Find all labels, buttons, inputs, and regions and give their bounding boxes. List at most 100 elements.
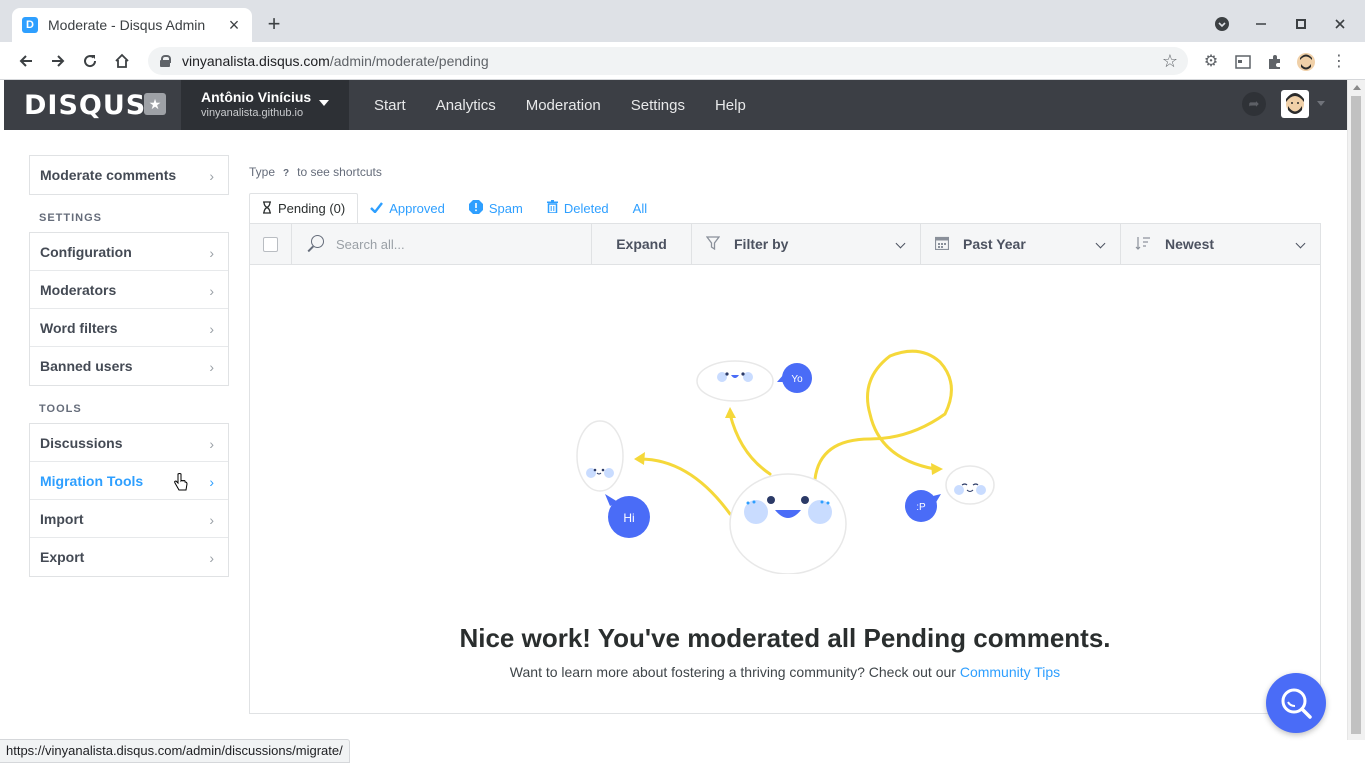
disqus-favicon-icon: D — [22, 17, 38, 33]
admin-nav: Start Analytics Moderation Settings Help — [374, 80, 776, 130]
moderate-box: Moderate comments › — [29, 155, 229, 195]
avatar-caret-icon[interactable] — [1317, 101, 1325, 106]
chevron-down-icon — [1295, 238, 1306, 249]
url-host: vinyanalista.disqus.com — [182, 53, 330, 69]
tab-deleted[interactable]: Deleted — [535, 193, 621, 223]
user-avatar[interactable] — [1281, 90, 1309, 118]
address-bar[interactable]: vinyanalista.disqus.com/admin/moderate/p… — [148, 47, 1188, 75]
nav-analytics[interactable]: Analytics — [436, 97, 496, 114]
tab-approved[interactable]: Approved — [358, 193, 457, 223]
sidebar-item-label: Moderators — [40, 281, 117, 298]
window-extension-icon[interactable] — [1234, 53, 1252, 71]
home-icon[interactable] — [110, 50, 134, 72]
browser-tab[interactable]: D Moderate - Disqus Admin × — [12, 8, 252, 42]
browser-menu-icon[interactable]: ⋮ — [1330, 53, 1348, 71]
alert-icon — [468, 199, 483, 217]
tab-spam[interactable]: Spam — [457, 193, 535, 223]
search-cell — [292, 224, 592, 264]
sidebar-item-banned-users[interactable]: Banned users › — [30, 347, 228, 385]
search-help-button[interactable] — [1266, 673, 1326, 733]
select-all-cell — [250, 224, 292, 264]
bubble-hi-text: Hi — [623, 511, 634, 525]
search-input[interactable] — [336, 236, 566, 252]
browser-toolbar: vinyanalista.disqus.com/admin/moderate/p… — [0, 42, 1365, 80]
shortcut-hint: Type? to see shortcuts — [249, 165, 382, 179]
bookmark-star-icon[interactable]: ☆ — [1162, 51, 1178, 72]
tools-heading: TOOLS — [39, 403, 82, 415]
tab-pending[interactable]: Pending (0) — [249, 193, 359, 223]
scrollbar-thumb[interactable] — [1351, 96, 1361, 734]
puzzle-extensions-icon[interactable] — [1266, 53, 1284, 71]
select-all-checkbox[interactable] — [263, 236, 278, 252]
hint-suffix: to see shortcuts — [297, 165, 382, 179]
tab-all[interactable]: All — [621, 193, 659, 223]
filter-dropdown[interactable]: Filter by — [692, 224, 921, 264]
star-badge-icon[interactable]: ★ — [144, 93, 166, 115]
page-scrollbar[interactable] — [1347, 80, 1365, 740]
tab-search-icon[interactable] — [1210, 12, 1234, 36]
moderation-panel: Expand Filter by Past Year Newest — [249, 223, 1321, 714]
new-tab-button[interactable]: + — [262, 12, 286, 36]
hand-cursor-icon — [174, 473, 188, 491]
bubble-p-text: :P — [916, 502, 926, 513]
minimize-window-icon[interactable] — [1249, 12, 1273, 36]
chevron-right-icon: › — [209, 321, 214, 337]
nav-settings[interactable]: Settings — [631, 97, 685, 114]
sidebar-item-moderate-comments[interactable]: Moderate comments › — [30, 156, 228, 194]
share-arrow-icon[interactable]: ➦ — [1242, 92, 1266, 116]
gear-extension-icon[interactable]: ⚙ — [1202, 53, 1220, 71]
tools-box: Discussions › Migration Tools › Import ›… — [29, 423, 229, 577]
empty-state-title: Nice work! You've moderated all Pending … — [459, 623, 1111, 653]
scroll-up-icon[interactable] — [1353, 85, 1361, 90]
reload-icon[interactable] — [78, 50, 102, 72]
sidebar-item-import[interactable]: Import › — [30, 500, 228, 538]
nav-help[interactable]: Help — [715, 97, 746, 114]
sidebar-item-configuration[interactable]: Configuration › — [30, 233, 228, 271]
nav-start[interactable]: Start — [374, 97, 406, 114]
sidebar-item-label: Export — [40, 549, 85, 565]
community-tips-link[interactable]: Community Tips — [960, 664, 1060, 680]
maximize-window-icon[interactable] — [1289, 12, 1313, 36]
moderation-tabs: Pending (0) Approved Spam Deleted All — [249, 193, 659, 223]
tab-label: Spam — [488, 200, 523, 216]
close-tab-icon[interactable]: × — [226, 15, 242, 36]
chevron-right-icon: › — [209, 168, 214, 184]
expand-button[interactable]: Expand — [592, 224, 692, 264]
forward-icon[interactable] — [46, 50, 70, 72]
disqus-admin-header: DISQUS ★ Antônio Vinícius vinyanalista.g… — [4, 80, 1347, 130]
chevron-right-icon: › — [209, 283, 214, 299]
filter-label: Filter by — [734, 236, 789, 252]
nav-moderation[interactable]: Moderation — [526, 97, 601, 114]
sidebar-item-migration-tools[interactable]: Migration Tools › — [30, 462, 228, 500]
search-icon — [306, 234, 326, 254]
chevron-right-icon: › — [209, 550, 214, 566]
back-icon[interactable] — [14, 50, 38, 72]
sidebar-item-label: Import — [40, 510, 84, 527]
bubble-yo-text: Yo — [791, 374, 803, 385]
sidebar-item-label: Moderate comments — [40, 167, 177, 183]
hint-prefix: Type — [249, 165, 276, 179]
expand-label: Expand — [616, 236, 667, 252]
site-domain: vinyanalista.github.io — [201, 107, 304, 119]
sort-icon — [1135, 236, 1151, 253]
sidebar-item-word-filters[interactable]: Word filters › — [30, 309, 228, 347]
filter-funnel-icon — [705, 235, 721, 253]
disqus-logo[interactable]: DISQUS — [24, 90, 146, 121]
date-range-dropdown[interactable]: Past Year — [921, 224, 1121, 264]
browser-status-url: https://vinyanalista.disqus.com/admin/di… — [0, 739, 350, 763]
sidebar-item-discussions[interactable]: Discussions › — [30, 424, 228, 462]
tab-title: Moderate - Disqus Admin — [48, 17, 206, 33]
close-window-icon[interactable] — [1328, 12, 1352, 36]
date-range-label: Past Year — [963, 236, 1026, 252]
sidebar-item-label: Configuration — [40, 243, 132, 260]
sidebar-item-export[interactable]: Export › — [30, 538, 228, 576]
settings-box: Configuration › Moderators › Word filter… — [29, 232, 229, 386]
sort-dropdown[interactable]: Newest — [1121, 224, 1320, 264]
chevron-right-icon: › — [209, 436, 214, 452]
profile-avatar-icon[interactable] — [1297, 53, 1315, 71]
site-selector[interactable]: Antônio Vinícius vinyanalista.github.io — [181, 80, 349, 130]
sidebar-item-moderators[interactable]: Moderators › — [30, 271, 228, 309]
browser-tab-bar: D Moderate - Disqus Admin × + — [0, 0, 1365, 42]
moderation-toolbar: Expand Filter by Past Year Newest — [250, 224, 1320, 265]
lock-icon[interactable] — [160, 55, 171, 67]
